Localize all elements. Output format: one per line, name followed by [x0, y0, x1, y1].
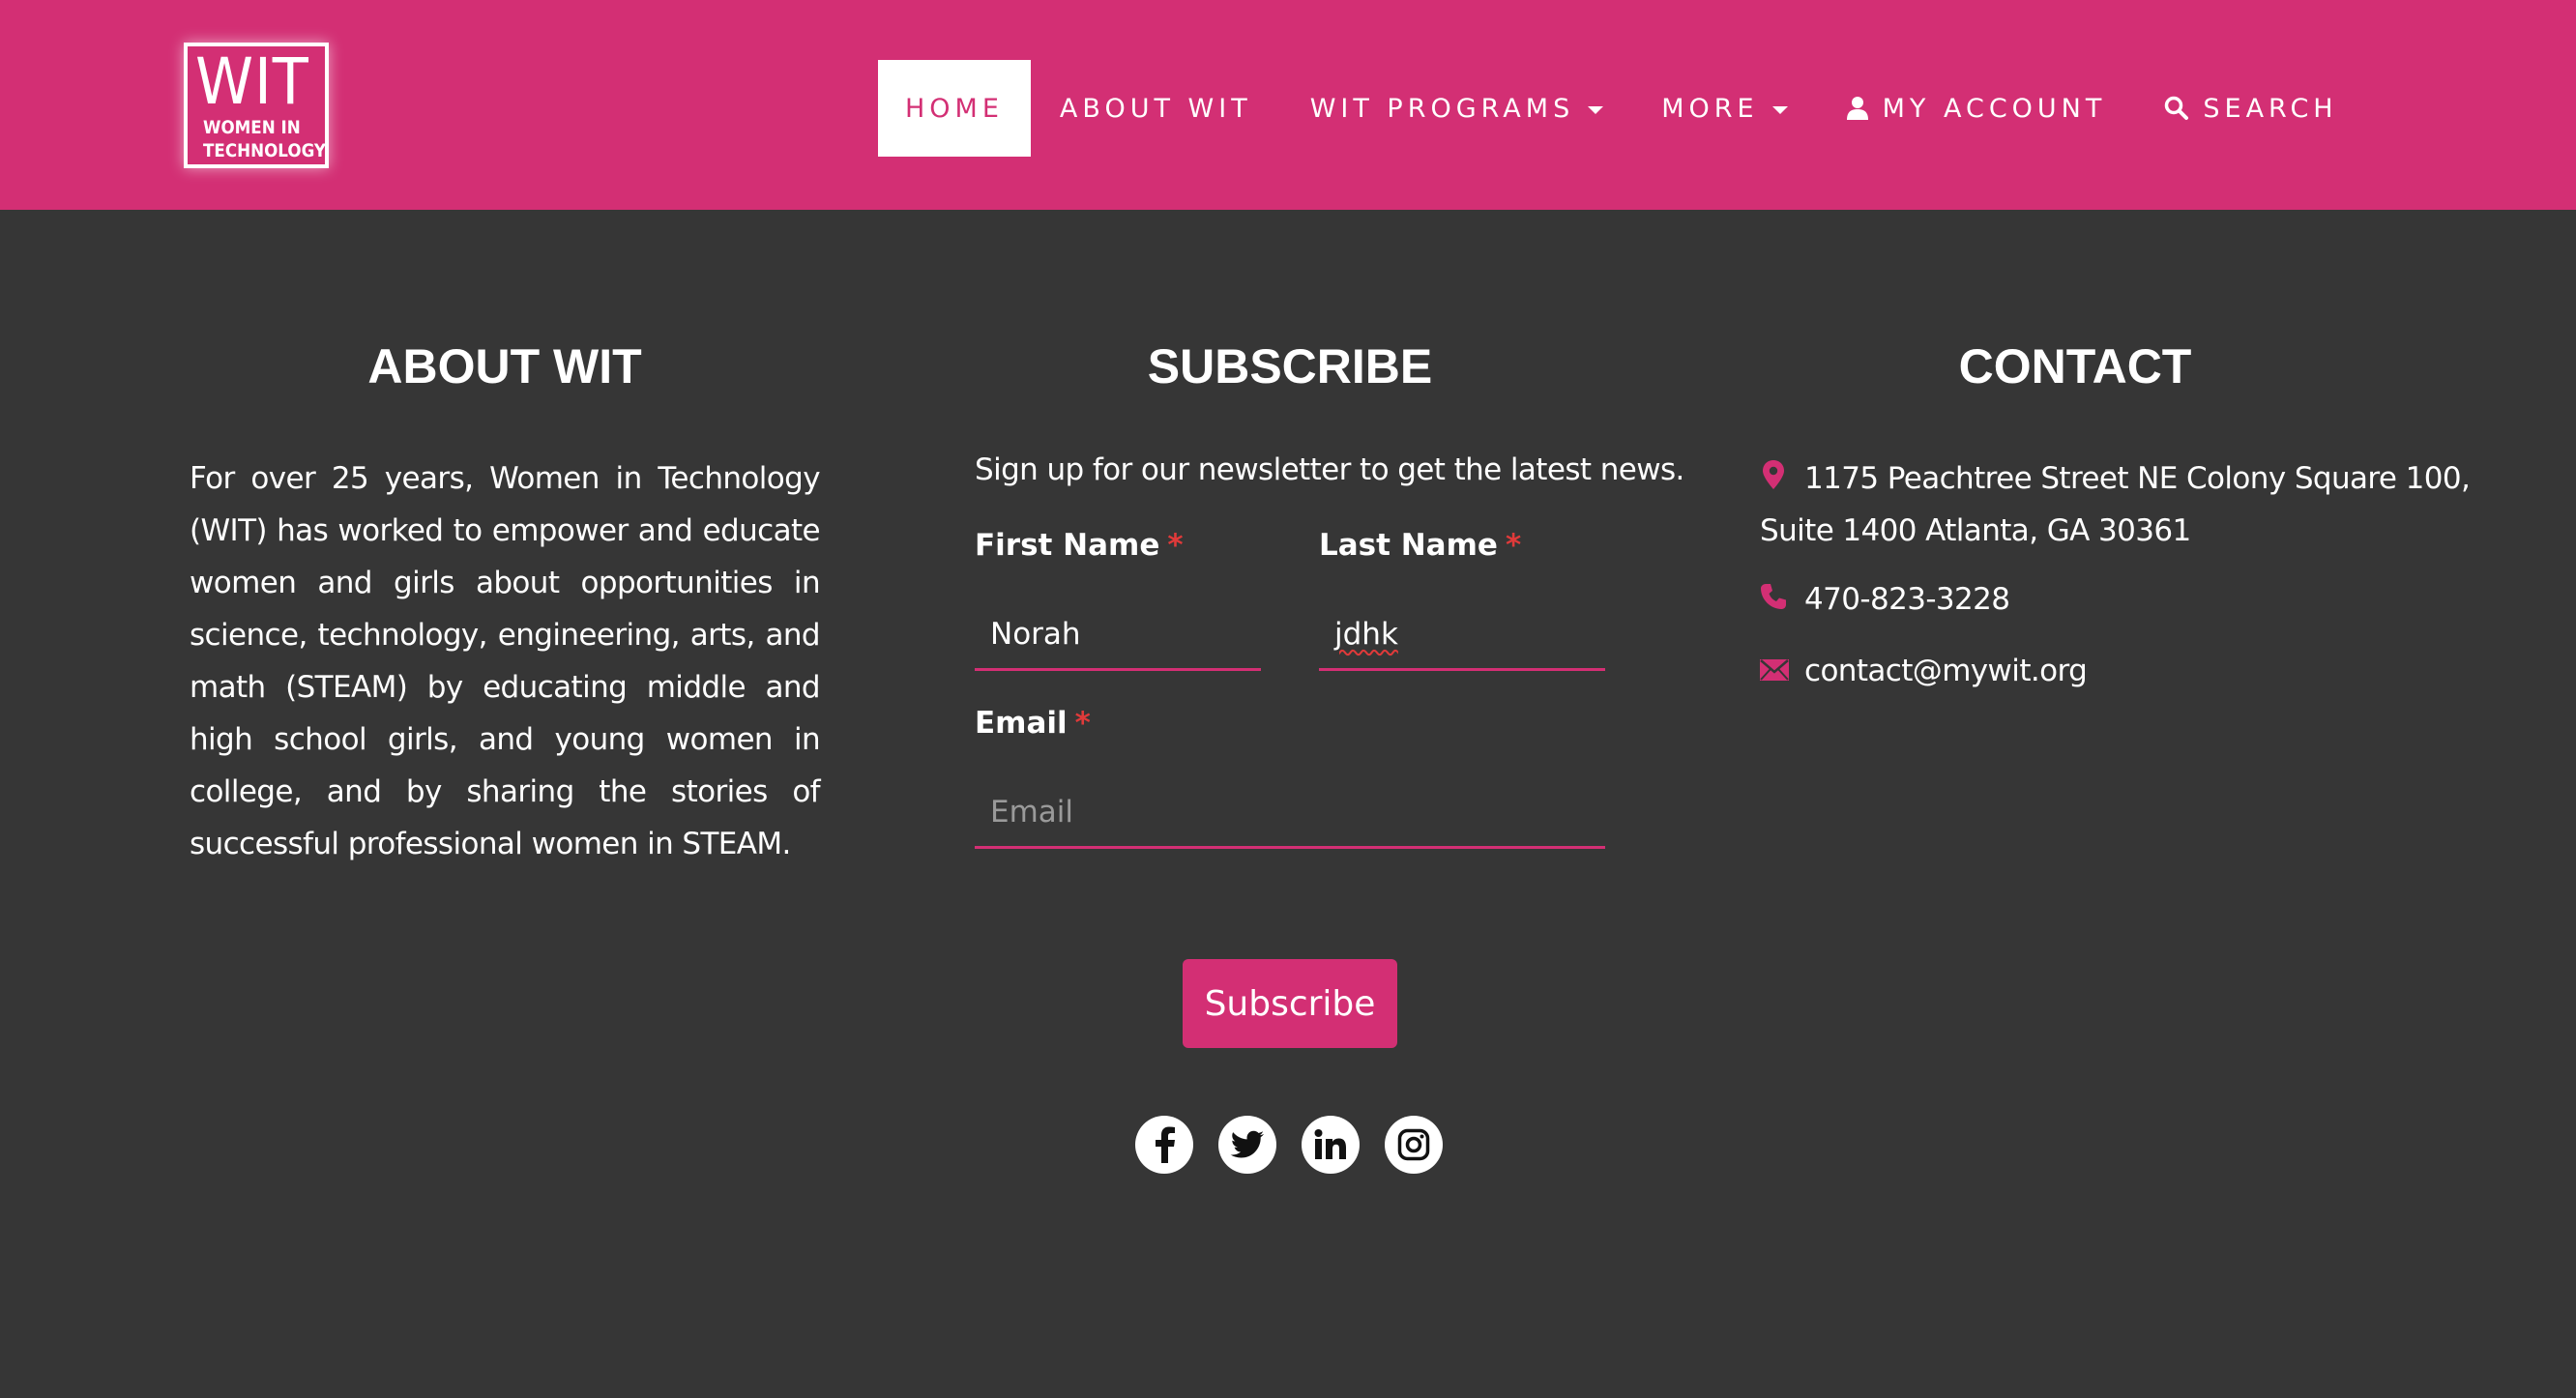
logo-subtitle: WOMEN IN TECHNOLOGY: [203, 116, 326, 162]
email-label: Email *: [975, 706, 1091, 741]
search-icon: [2164, 96, 2189, 121]
contact-email[interactable]: contact@mywit.org: [1804, 654, 2088, 688]
email-label-text: Email: [975, 706, 1068, 741]
logo-title: WIT: [195, 44, 309, 119]
linkedin-icon[interactable]: [1302, 1116, 1360, 1174]
nav-search[interactable]: SEARCH: [2135, 60, 2366, 157]
nav-about-wit-label: ABOUT WIT: [1059, 93, 1252, 124]
about-title: ABOUT WIT: [367, 339, 642, 393]
about-text: For over 25 years, Women in Technology (…: [190, 461, 821, 861]
contact-phone[interactable]: 470-823-3228: [1804, 582, 2010, 617]
social-links: [1135, 1116, 1443, 1174]
last-name-label: Last Name *: [1319, 528, 1521, 563]
nav-my-account[interactable]: MY ACCOUNT: [1817, 60, 2136, 157]
first-name-label-text: First Name: [975, 528, 1160, 563]
last-name-input[interactable]: jdhk: [1319, 599, 1605, 671]
nav-home[interactable]: HOME: [878, 60, 1031, 157]
nav-search-label: SEARCH: [2203, 93, 2338, 124]
nav-more-label: MORE: [1661, 93, 1759, 124]
nav-wit-programs[interactable]: WIT PROGRAMS: [1281, 60, 1633, 157]
phone-icon: [1760, 583, 1787, 615]
contact-title: CONTACT: [1958, 339, 2192, 393]
nav-wit-programs-label: WIT PROGRAMS: [1309, 93, 1575, 124]
envelope-icon: [1760, 659, 1789, 685]
twitter-icon[interactable]: [1218, 1116, 1276, 1174]
instagram-icon[interactable]: [1385, 1116, 1443, 1174]
nav-my-account-label: MY ACCOUNT: [1882, 93, 2107, 124]
required-mark: *: [1505, 528, 1522, 563]
address-line1: 1175 Peachtree Street NE Colony Square 1…: [1804, 461, 2471, 496]
email-placeholder: Email: [990, 794, 1074, 830]
first-name-input[interactable]: Norah: [975, 599, 1261, 671]
facebook-icon[interactable]: [1135, 1116, 1193, 1174]
user-icon: [1846, 96, 1869, 121]
chevron-down-icon: [1771, 106, 1788, 114]
address-line2: Suite 1400 Atlanta, GA 30361: [1760, 513, 2191, 548]
logo-subtitle-line1: WOMEN IN: [203, 117, 301, 138]
first-name-value: Norah: [990, 616, 1081, 652]
subscribe-button[interactable]: Subscribe: [1183, 959, 1397, 1048]
last-name-label-text: Last Name: [1319, 528, 1498, 563]
last-name-value: jdhk: [1334, 616, 1398, 652]
subscribe-intro: Sign up for our newsletter to get the la…: [975, 452, 1684, 487]
required-mark: *: [1167, 528, 1184, 563]
first-name-label: First Name *: [975, 528, 1184, 563]
subscribe-title: SUBSCRIBE: [1147, 339, 1433, 393]
main-nav: HOME ABOUT WIT WIT PROGRAMS MORE MY ACCO…: [878, 60, 2367, 157]
contact-address: 1175 Peachtree Street NE Colony Square 1…: [1760, 452, 2471, 557]
logo-subtitle-line2: TECHNOLOGY: [203, 140, 327, 161]
email-input[interactable]: Email: [975, 777, 1605, 849]
required-mark: *: [1074, 706, 1091, 741]
site-header: WIT WOMEN IN TECHNOLOGY HOME ABOUT WIT W…: [0, 0, 2576, 210]
nav-home-label: HOME: [905, 93, 1004, 124]
nav-about-wit[interactable]: ABOUT WIT: [1031, 60, 1281, 157]
chevron-down-icon: [1588, 106, 1604, 114]
wit-logo[interactable]: WIT WOMEN IN TECHNOLOGY: [184, 43, 329, 168]
nav-more[interactable]: MORE: [1632, 60, 1816, 157]
